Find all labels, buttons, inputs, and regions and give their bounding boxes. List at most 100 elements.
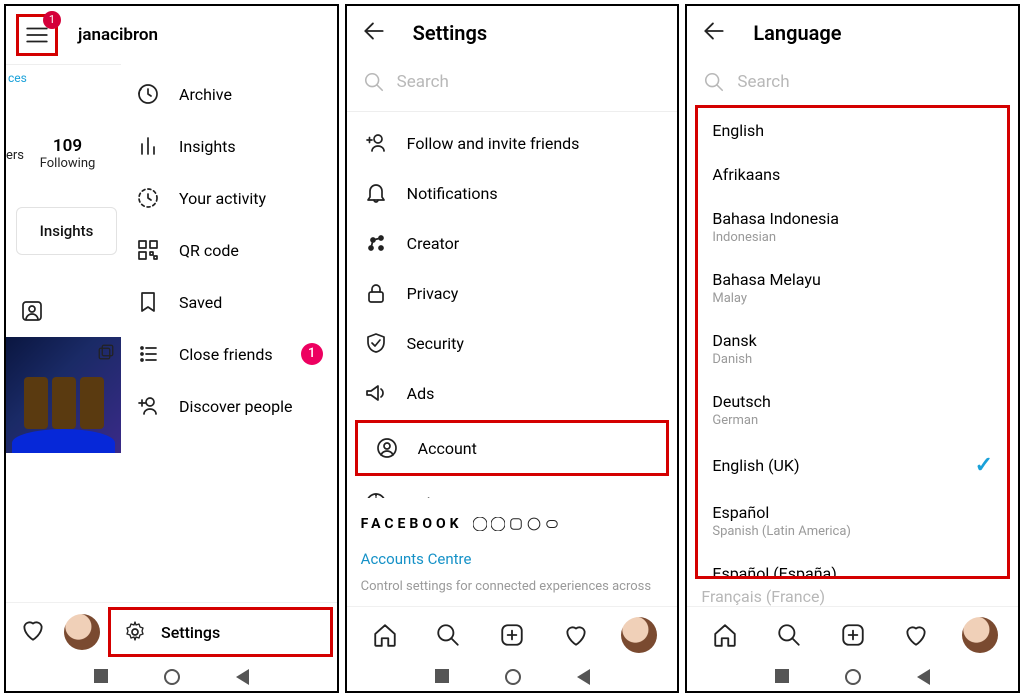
menu-label: Discover people [179, 397, 323, 416]
menu-archive[interactable]: Archive [121, 68, 337, 120]
check-icon: ✓ [975, 453, 993, 478]
accounts-centre-link[interactable]: Accounts Centre [347, 538, 678, 572]
language-option[interactable]: English [698, 108, 1007, 152]
following-label: Following [16, 156, 119, 171]
android-recents-button[interactable] [94, 669, 108, 683]
language-name: Español [712, 503, 851, 522]
nav-newpost-icon[interactable] [492, 622, 532, 648]
discover-icon [135, 394, 161, 418]
language-option[interactable]: Dansk Danish [698, 318, 1007, 379]
settings-item-icon [363, 231, 389, 255]
settings-item-icon [363, 181, 389, 205]
nav-profile-avatar[interactable] [960, 617, 1000, 653]
cut-text: ces [6, 65, 121, 85]
settings-item-help[interactable]: Help [347, 478, 678, 498]
facebook-wordmark: FACEBOOK [361, 516, 463, 532]
language-name: Afrikaans [712, 165, 780, 184]
nav-activity-icon[interactable] [896, 622, 936, 648]
android-nav [687, 659, 1018, 691]
menu-saved[interactable]: Saved [121, 276, 337, 328]
settings-item-ads[interactable]: Ads [347, 368, 678, 418]
menu-discover[interactable]: Discover people [121, 380, 337, 432]
settings-item-icon [363, 381, 389, 405]
language-name: Dansk [712, 331, 756, 350]
nav-home-icon[interactable] [365, 622, 405, 648]
language-option[interactable]: Bahasa IndonesiaIndonesian [698, 196, 1007, 257]
language-cutoff: Français (France) [687, 583, 1018, 606]
language-option[interactable]: DeutschGerman [698, 379, 1007, 440]
language-subtitle: Danish [712, 352, 756, 367]
side-menu: Archive Insights Your activity QR code S… [121, 64, 337, 602]
settings-item-label: Privacy [407, 284, 459, 303]
settings-item-notifications[interactable]: Notifications [347, 168, 678, 218]
following-stat[interactable]: 109 Following [14, 130, 121, 177]
language-name: Bahasa Melayu [712, 270, 820, 289]
activity-icon [135, 186, 161, 210]
language-name: Deutsch [712, 392, 770, 411]
android-home-button[interactable] [845, 669, 861, 685]
nav-search-icon[interactable] [769, 622, 809, 648]
settings-search[interactable]: Search [361, 67, 664, 97]
post-thumbnail[interactable] [6, 337, 121, 453]
android-back-button[interactable] [917, 669, 930, 685]
panel-language: Language Search English Afrikaans Bahasa I… [685, 4, 1020, 693]
bottom-nav [687, 606, 1018, 659]
language-title: Language [753, 21, 841, 45]
settings-item-privacy[interactable]: Privacy [347, 268, 678, 318]
language-option[interactable]: Español (España)Spanish (Spain) [698, 551, 1007, 579]
settings-item-label: Creator [407, 234, 460, 253]
language-option[interactable]: Afrikaans [698, 152, 1007, 196]
username-label[interactable]: janacibron [78, 25, 158, 45]
qrcode-icon [135, 238, 161, 262]
settings-item-label: Ads [407, 384, 435, 403]
android-home-button[interactable] [164, 669, 180, 685]
language-option[interactable]: English (UK) ✓ [698, 440, 1007, 490]
profile-left-strip: ces ers 109 Following Insights [6, 64, 121, 602]
android-back-button[interactable] [577, 669, 590, 685]
closefriends-badge: 1 [301, 343, 323, 365]
nav-search-icon[interactable] [428, 622, 468, 648]
settings-item-account[interactable]: Account [358, 423, 667, 473]
back-button[interactable] [701, 18, 727, 48]
settings-item-label: Account [418, 439, 477, 458]
activity-heart-icon[interactable] [10, 617, 56, 647]
android-back-button[interactable] [236, 669, 249, 685]
settings-item-label: Follow and invite friends [407, 134, 580, 153]
menu-qrcode[interactable]: QR code [121, 224, 337, 276]
settings-item-label: Notifications [407, 184, 498, 203]
settings-item-icon [374, 436, 400, 460]
android-recents-button[interactable] [775, 669, 789, 683]
panel-profile-menu: 1 janacibron ces ers 109 Following Insig… [4, 4, 339, 693]
profile-avatar-button[interactable] [64, 614, 100, 650]
tagged-tab-icon[interactable] [20, 299, 121, 327]
menu-insights[interactable]: Insights [121, 120, 337, 172]
android-home-button[interactable] [505, 669, 521, 685]
settings-item-follow-and-invite-friends[interactable]: Follow and invite friends [347, 118, 678, 168]
hamburger-badge: 1 [43, 11, 61, 29]
panel-settings: Settings Search Follow and invite friend… [345, 4, 680, 693]
language-name: English (UK) [712, 456, 799, 475]
following-count: 109 [16, 136, 119, 156]
settings-item-security[interactable]: Security [347, 318, 678, 368]
insights-card[interactable]: Insights [16, 207, 117, 255]
menu-closefriends[interactable]: Close friends 1 [121, 328, 337, 380]
language-search[interactable]: Search [701, 67, 1004, 97]
settings-button[interactable]: Settings [108, 607, 333, 657]
back-button[interactable] [361, 18, 387, 48]
archive-icon [135, 82, 161, 106]
menu-activity[interactable]: Your activity [121, 172, 337, 224]
language-option[interactable]: Bahasa MelayuMalay [698, 257, 1007, 318]
bottom-nav [347, 606, 678, 659]
nav-home-icon[interactable] [705, 622, 745, 648]
search-placeholder: Search [397, 72, 449, 92]
insights-icon [135, 134, 161, 158]
hamburger-menu-button[interactable]: 1 [16, 14, 58, 56]
language-option[interactable]: EspañolSpanish (Latin America) [698, 490, 1007, 551]
nav-profile-avatar[interactable] [619, 617, 659, 653]
settings-item-creator[interactable]: Creator [347, 218, 678, 268]
nav-newpost-icon[interactable] [833, 622, 873, 648]
android-recents-button[interactable] [435, 669, 449, 683]
language-list-highlight: English Afrikaans Bahasa IndonesiaIndonesi… [695, 105, 1010, 579]
nav-activity-icon[interactable] [556, 622, 596, 648]
settings-item-icon [363, 491, 389, 498]
